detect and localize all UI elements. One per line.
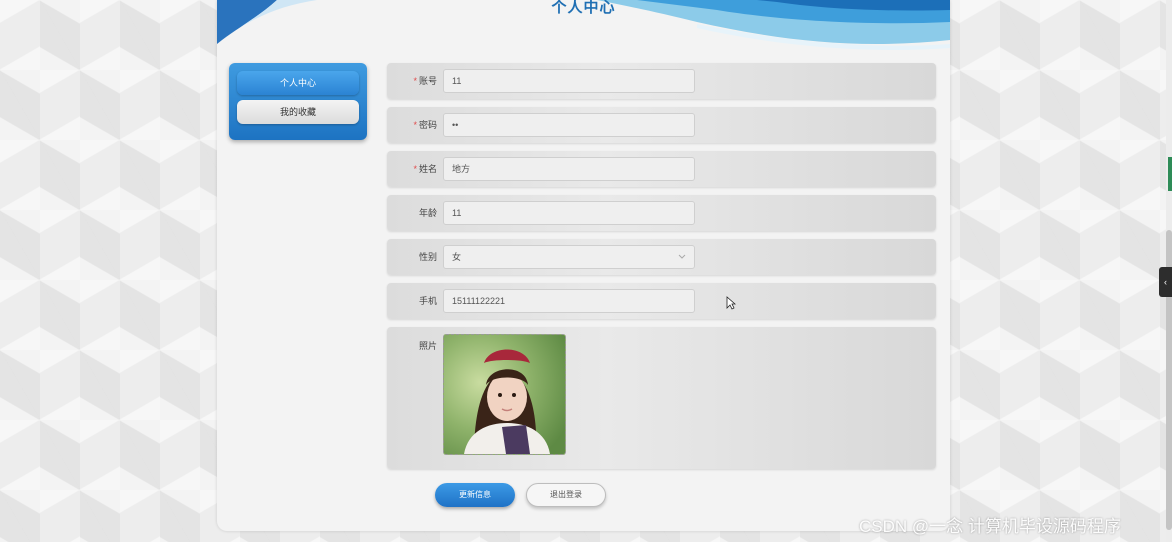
menu-item-favorites[interactable]: 我的收藏 [237, 100, 359, 124]
form-row-photo: 照片 [387, 327, 936, 469]
form-row-phone: 手机 15111122221 [387, 283, 936, 319]
form-row-password: * 密码 •• [387, 107, 936, 143]
profile-photo [444, 335, 565, 454]
name-label: * 姓名 [387, 151, 437, 187]
watermark-text: CSDN @一念 计算机毕设源码程序 [859, 517, 1121, 536]
profile-card: 个人中心 个人中心 我的收藏 * 账号 11 * 密码 •• * 姓名 地方 年龄 1… [217, 0, 950, 531]
profile-photo-upload[interactable] [443, 334, 566, 455]
name-label-text: 姓名 [418, 164, 437, 174]
page-title: 个人中心 [551, 0, 616, 16]
password-input[interactable]: •• [443, 113, 695, 137]
account-label: * 账号 [387, 63, 437, 99]
account-input[interactable]: 11 [443, 69, 695, 93]
logout-button[interactable]: 退出登录 [526, 483, 606, 507]
name-input[interactable]: 地方 [443, 157, 695, 181]
photo-label: 照片 [419, 341, 438, 351]
password-label-text: 密码 [418, 120, 437, 130]
gender-select-value: 女 [452, 252, 462, 262]
age-label: 年龄 [418, 208, 437, 218]
phone-label: 手机 [418, 296, 437, 306]
form-row-gender: 性别 女 [387, 239, 936, 275]
required-mark: * [413, 120, 417, 130]
password-label: * 密码 [387, 107, 437, 143]
chevron-left-icon: ‹ [1164, 277, 1167, 287]
age-input[interactable]: 11 [443, 201, 695, 225]
form-row-age: 年龄 11 [387, 195, 936, 231]
chevron-down-icon [678, 246, 686, 276]
form-row-account: * 账号 11 [387, 63, 936, 99]
form-row-name: * 姓名 地方 [387, 151, 936, 187]
collapse-panel-button[interactable]: ‹ [1159, 267, 1172, 297]
phone-input[interactable]: 15111122221 [443, 289, 695, 313]
side-menu: 个人中心 我的收藏 [229, 63, 367, 140]
mouse-pointer-icon [726, 296, 736, 310]
update-info-button[interactable]: 更新信息 [435, 483, 515, 507]
account-label-text: 账号 [418, 76, 437, 86]
side-indicator [1168, 157, 1172, 191]
gender-label: 性别 [418, 252, 437, 262]
required-mark: * [413, 76, 417, 86]
required-mark: * [413, 164, 417, 174]
menu-item-profile[interactable]: 个人中心 [237, 71, 359, 95]
gender-select[interactable]: 女 [443, 245, 695, 269]
